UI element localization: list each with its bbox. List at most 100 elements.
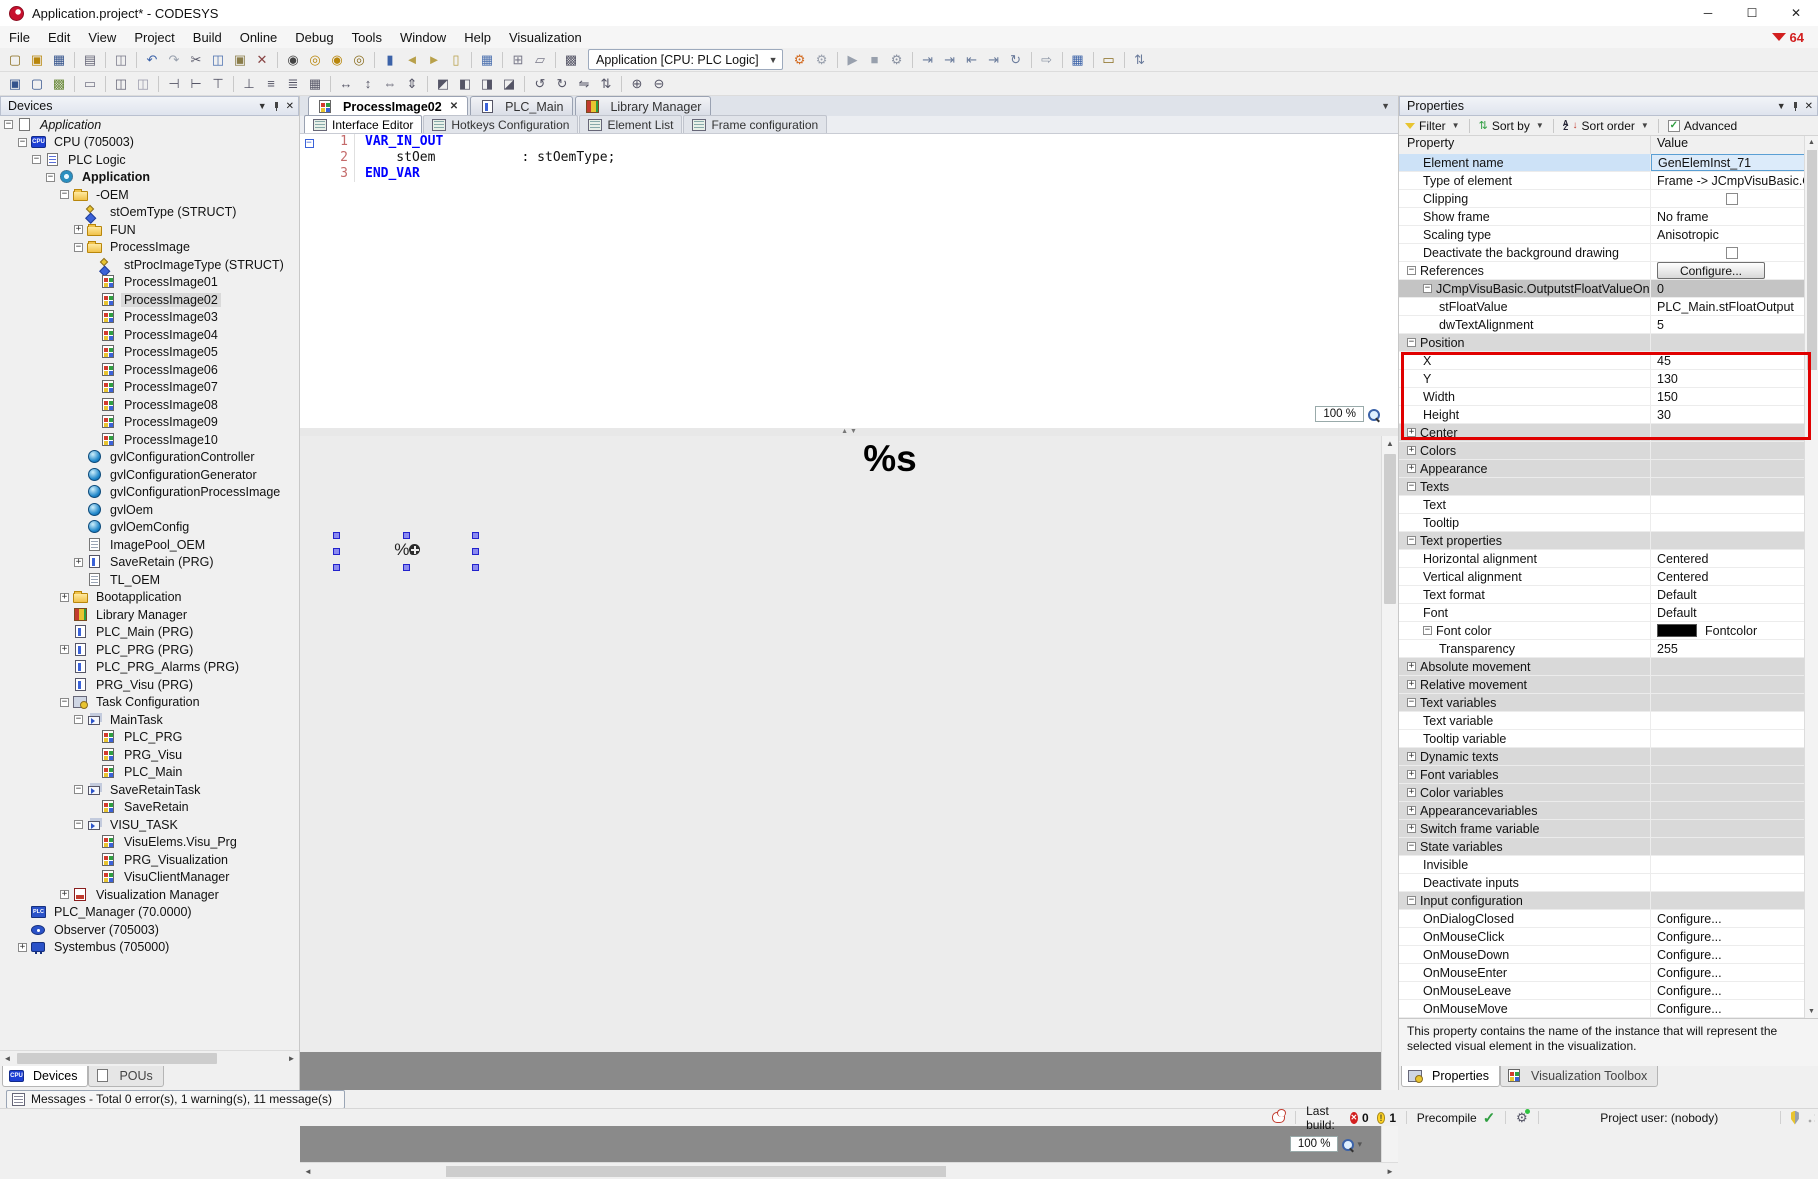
logout-icon[interactable]: ⚙ <box>812 50 832 70</box>
menu-edit[interactable]: Edit <box>39 28 79 47</box>
property-row-text-variables[interactable]: −Text variables <box>1399 694 1806 712</box>
tree-item-task-configuration[interactable]: −Task Configuration <box>0 694 299 712</box>
subtab-interface-editor[interactable]: Interface Editor <box>304 115 422 133</box>
project-user[interactable]: Project user: (nobody) <box>1548 1111 1770 1125</box>
collapse-icon[interactable]: − <box>60 190 69 199</box>
property-row-dwtextalignment[interactable]: dwTextAlignment5 <box>1399 316 1806 334</box>
property-value[interactable] <box>1651 478 1806 495</box>
tree-item-plc-logic[interactable]: −PLC Logic <box>0 151 299 169</box>
tree-item-plc-main[interactable]: PLC_Main <box>0 764 299 782</box>
expand-icon[interactable]: + <box>1407 464 1416 473</box>
property-value[interactable]: Fontcolor <box>1651 622 1806 639</box>
expand-icon[interactable]: + <box>1407 770 1416 779</box>
selected-visu-element[interactable]: %s <box>333 532 479 570</box>
tree-item-processimage08[interactable]: ProcessImage08 <box>0 396 299 414</box>
property-row-position[interactable]: −Position <box>1399 334 1806 352</box>
step-over-icon[interactable]: ⇥ <box>918 50 938 70</box>
property-row-relative-movement[interactable]: +Relative movement <box>1399 676 1806 694</box>
object-properties-icon[interactable]: ▱ <box>530 50 550 70</box>
property-value[interactable] <box>1651 820 1806 837</box>
property-value[interactable] <box>1651 874 1806 891</box>
tree-item-gvlconfigurationprocessimage[interactable]: gvlConfigurationProcessImage <box>0 484 299 502</box>
collapse-icon[interactable]: − <box>1407 842 1416 851</box>
property-value[interactable]: 130 <box>1651 370 1806 387</box>
tree-item-visualization-manager[interactable]: +Visualization Manager <box>0 886 299 904</box>
rotate-left-icon[interactable]: ↺ <box>530 74 550 94</box>
scroll-right-icon[interactable]: ► <box>284 1054 299 1063</box>
property-row-element-name[interactable]: Element nameGenElemInst_71 <box>1399 154 1806 172</box>
editor-zoom-level[interactable]: 100 % <box>1315 406 1364 422</box>
property-value[interactable]: Configure... <box>1651 964 1806 981</box>
group-icon[interactable]: ◫ <box>111 74 131 94</box>
devices-close-icon[interactable]: ✕ <box>286 101 294 112</box>
expand-icon[interactable]: + <box>1407 428 1416 437</box>
scroll-right-icon[interactable]: ► <box>1382 1167 1398 1176</box>
tab-library-manager[interactable]: Library Manager <box>575 96 711 116</box>
collapse-icon[interactable]: − <box>74 243 83 252</box>
menu-project[interactable]: Project <box>125 28 183 47</box>
property-value[interactable] <box>1651 442 1806 459</box>
collapse-icon[interactable]: − <box>18 138 27 147</box>
find-icon[interactable]: ◉ <box>283 50 303 70</box>
properties-pin-icon[interactable] <box>1793 102 1798 111</box>
incremental-search-icon[interactable]: ◎ <box>305 50 325 70</box>
size-to-grid-icon[interactable]: ▦ <box>305 74 325 94</box>
property-value[interactable] <box>1651 334 1806 351</box>
properties-dropdown-icon[interactable]: ▼ <box>1777 101 1786 111</box>
tree-item-plc-manager-70-0000[interactable]: PLCPLC_Manager (70.0000) <box>0 904 299 922</box>
tree-item-stoemtype-struct[interactable]: stOemType (STRUCT) <box>0 204 299 222</box>
tree-item-processimage04[interactable]: ProcessImage04 <box>0 326 299 344</box>
expand-icon[interactable]: + <box>1407 824 1416 833</box>
tree-item-gvlconfigurationcontroller[interactable]: gvlConfigurationController <box>0 449 299 467</box>
property-row-onmousedown[interactable]: OnMouseDownConfigure... <box>1399 946 1806 964</box>
visualization-styles-icon[interactable]: ▭ <box>1099 50 1119 70</box>
sort-order-dropdown-icon[interactable]: ▼ <box>1641 121 1649 130</box>
tree-item-saveretaintask[interactable]: −SaveRetainTask <box>0 781 299 799</box>
property-value[interactable] <box>1651 460 1806 477</box>
menu-debug[interactable]: Debug <box>286 28 342 47</box>
property-row-show-frame[interactable]: Show frameNo frame <box>1399 208 1806 226</box>
property-value[interactable] <box>1651 712 1806 729</box>
devices-dropdown-icon[interactable]: ▼ <box>258 101 267 111</box>
tree-item-gvloemconfig[interactable]: gvlOemConfig <box>0 519 299 537</box>
undo-icon[interactable]: ↶ <box>142 50 162 70</box>
property-value[interactable] <box>1651 514 1806 531</box>
tree-item-processimage06[interactable]: ProcessImage06 <box>0 361 299 379</box>
simulation-icon[interactable]: ▦ <box>1068 50 1088 70</box>
property-row-color-variables[interactable]: +Color variables <box>1399 784 1806 802</box>
copy-project-icon[interactable]: ◫ <box>111 50 131 70</box>
step-into-icon[interactable]: ⇥ <box>940 50 960 70</box>
tree-item-bootapplication[interactable]: +Bootapplication <box>0 589 299 607</box>
align-left-icon[interactable]: ⊣ <box>164 74 184 94</box>
scroll-left-icon[interactable]: ◄ <box>0 1054 15 1063</box>
left-tab-pous[interactable]: POUs <box>88 1066 163 1087</box>
print-icon[interactable]: ▤ <box>80 50 100 70</box>
property-value[interactable] <box>1651 190 1806 207</box>
property-value[interactable]: Configure... <box>1651 928 1806 945</box>
selection-handle[interactable] <box>472 564 479 571</box>
property-row-scaling-type[interactable]: Scaling typeAnisotropic <box>1399 226 1806 244</box>
property-value[interactable]: Configure... <box>1651 946 1806 963</box>
property-row-onmouseleave[interactable]: OnMouseLeaveConfigure... <box>1399 982 1806 1000</box>
expand-icon[interactable]: + <box>74 225 83 234</box>
send-backward-icon[interactable]: ◨ <box>477 74 497 94</box>
toggle-bookmark-icon[interactable]: ▮ <box>380 50 400 70</box>
property-value[interactable] <box>1651 784 1806 801</box>
previous-bookmark-icon[interactable]: ◄ <box>402 50 422 70</box>
selection-handle[interactable] <box>472 532 479 539</box>
ungroup-icon[interactable]: ◫ <box>133 74 153 94</box>
property-row-appearancevariables[interactable]: +Appearancevariables <box>1399 802 1806 820</box>
tab-processimage02[interactable]: ProcessImage02✕ <box>308 96 468 116</box>
property-column-header[interactable]: Property <box>1399 136 1651 154</box>
tree-item-systembus-705000[interactable]: +Systembus (705000) <box>0 939 299 957</box>
property-row-dynamic-texts[interactable]: +Dynamic texts <box>1399 748 1806 766</box>
tree-item-plc-main-prg[interactable]: PLC_Main (PRG) <box>0 624 299 642</box>
subtab-element-list[interactable]: Element List <box>579 115 682 133</box>
code-line[interactable]: 3END_VAR <box>300 166 1398 182</box>
property-value[interactable] <box>1651 676 1806 693</box>
tree-item-visuelems-visu-prg[interactable]: VisuElems.Visu_Prg <box>0 834 299 852</box>
scroll-up-icon[interactable]: ▲ <box>1805 136 1818 149</box>
property-value[interactable] <box>1651 766 1806 783</box>
step-out-icon[interactable]: ⇤ <box>962 50 982 70</box>
property-value[interactable]: Frame -> JCmpVisuBasic.Out... <box>1651 172 1806 189</box>
